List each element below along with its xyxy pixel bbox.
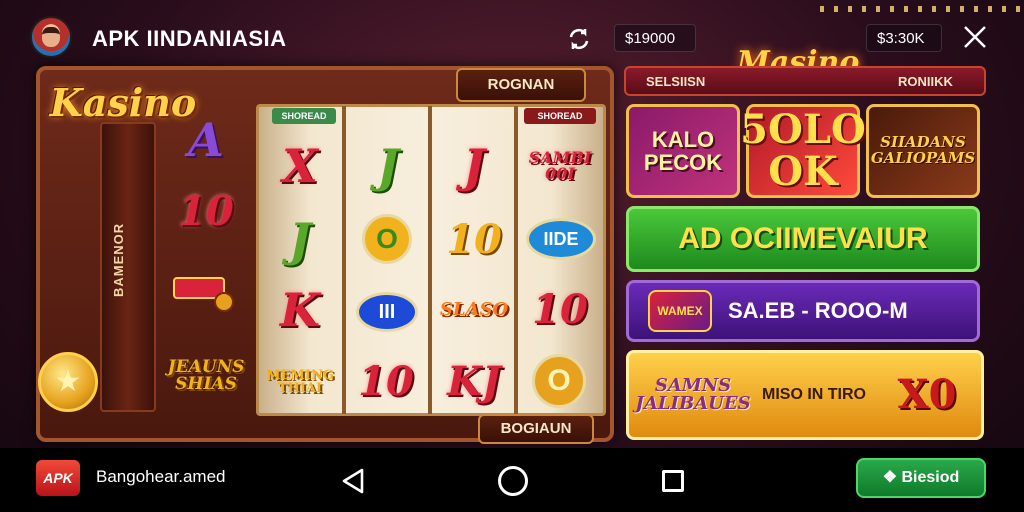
tab-selsiisn[interactable]: SELSIISN bbox=[646, 72, 746, 92]
reel-symbol: X bbox=[282, 139, 318, 193]
gold-jackpot-multiplier: X0 bbox=[897, 371, 957, 418]
refresh-icon[interactable] bbox=[566, 26, 592, 52]
reel-symbol: IIDE bbox=[526, 218, 596, 260]
app-title: APK IINDANIASIA bbox=[92, 26, 287, 51]
purple-promo-icon: WAMEX bbox=[648, 290, 712, 332]
reel-symbol: KJ bbox=[447, 358, 501, 405]
reel-symbol: O bbox=[362, 214, 412, 264]
slot-top-button[interactable]: ROGNAN bbox=[456, 68, 586, 102]
reel-symbol: K bbox=[280, 283, 320, 337]
left-symbol-jeauns: JEAUNS SHIAS bbox=[167, 357, 245, 394]
balance-left: $19000 bbox=[614, 24, 696, 52]
tab-roniikk[interactable]: RONIIKK bbox=[898, 72, 978, 92]
main-action-button[interactable]: AD OCIIMEVAIUR bbox=[626, 206, 980, 272]
gold-jackpot-title: SAMNS JALIBAUES bbox=[635, 375, 751, 414]
app-package-label: Bangohear.amed bbox=[96, 467, 226, 486]
reel-symbol: J bbox=[377, 139, 399, 193]
slot-bottom-button[interactable]: BOGIAUN bbox=[478, 414, 594, 444]
left-symbol-column: A 10 JEAUNS SHIAS bbox=[160, 110, 252, 414]
promo-card[interactable]: SIIADANS GALIOPAMS bbox=[866, 104, 980, 198]
reel-symbol: III bbox=[356, 292, 418, 332]
reel-symbol: 10 bbox=[358, 358, 414, 405]
reel-symbol: J bbox=[463, 139, 485, 193]
reel-symbol: SLASO bbox=[439, 299, 509, 320]
reel-symbol: O bbox=[532, 354, 586, 408]
balance-right: $3:30K bbox=[866, 24, 942, 52]
reel-symbol: MEMING THIAI bbox=[266, 368, 334, 396]
back-icon-svg bbox=[342, 468, 364, 494]
reel-top-label: SHOREAD bbox=[524, 108, 596, 124]
reel-symbol: J bbox=[289, 213, 311, 267]
avatar-face bbox=[42, 27, 60, 47]
gold-jackpot-label: MISO IN TIRO bbox=[762, 386, 866, 403]
reel-symbol: 10 bbox=[532, 286, 588, 333]
side-pillar-text: BAMENOR bbox=[111, 222, 126, 298]
promo-card[interactable]: 5OLO OK bbox=[740, 104, 866, 198]
close-icon-svg bbox=[964, 26, 986, 48]
home-icon[interactable] bbox=[498, 466, 528, 496]
refresh-icon-svg bbox=[569, 28, 589, 50]
back-icon[interactable] bbox=[338, 466, 368, 496]
left-symbol-a: A bbox=[188, 113, 224, 167]
reel-symbol: 10 bbox=[446, 216, 502, 263]
recent-apps-icon[interactable] bbox=[662, 470, 684, 492]
reel-top-label: SHOREAD bbox=[272, 108, 336, 124]
left-symbol-10: 10 bbox=[178, 188, 234, 235]
promo-card[interactable]: KALO PECOK bbox=[626, 104, 740, 198]
ceiling-lights bbox=[820, 6, 1020, 12]
coin-star-icon[interactable]: ★ bbox=[38, 352, 98, 412]
cannon-icon-svg bbox=[173, 277, 234, 312]
reel-symbol: SAMBI 00I bbox=[528, 148, 592, 183]
download-action-button[interactable]: ❖ Biesiod bbox=[856, 458, 986, 498]
top-bar: APK IINDANIASIA $19000 $3:30K bbox=[0, 0, 1024, 62]
apk-app-icon[interactable]: APK bbox=[36, 460, 80, 496]
user-avatar[interactable] bbox=[30, 16, 72, 58]
close-icon[interactable] bbox=[958, 22, 992, 56]
purple-promo-text: SA.EB - ROOO-M bbox=[728, 298, 908, 323]
cannon-symbol-icon bbox=[168, 270, 244, 314]
